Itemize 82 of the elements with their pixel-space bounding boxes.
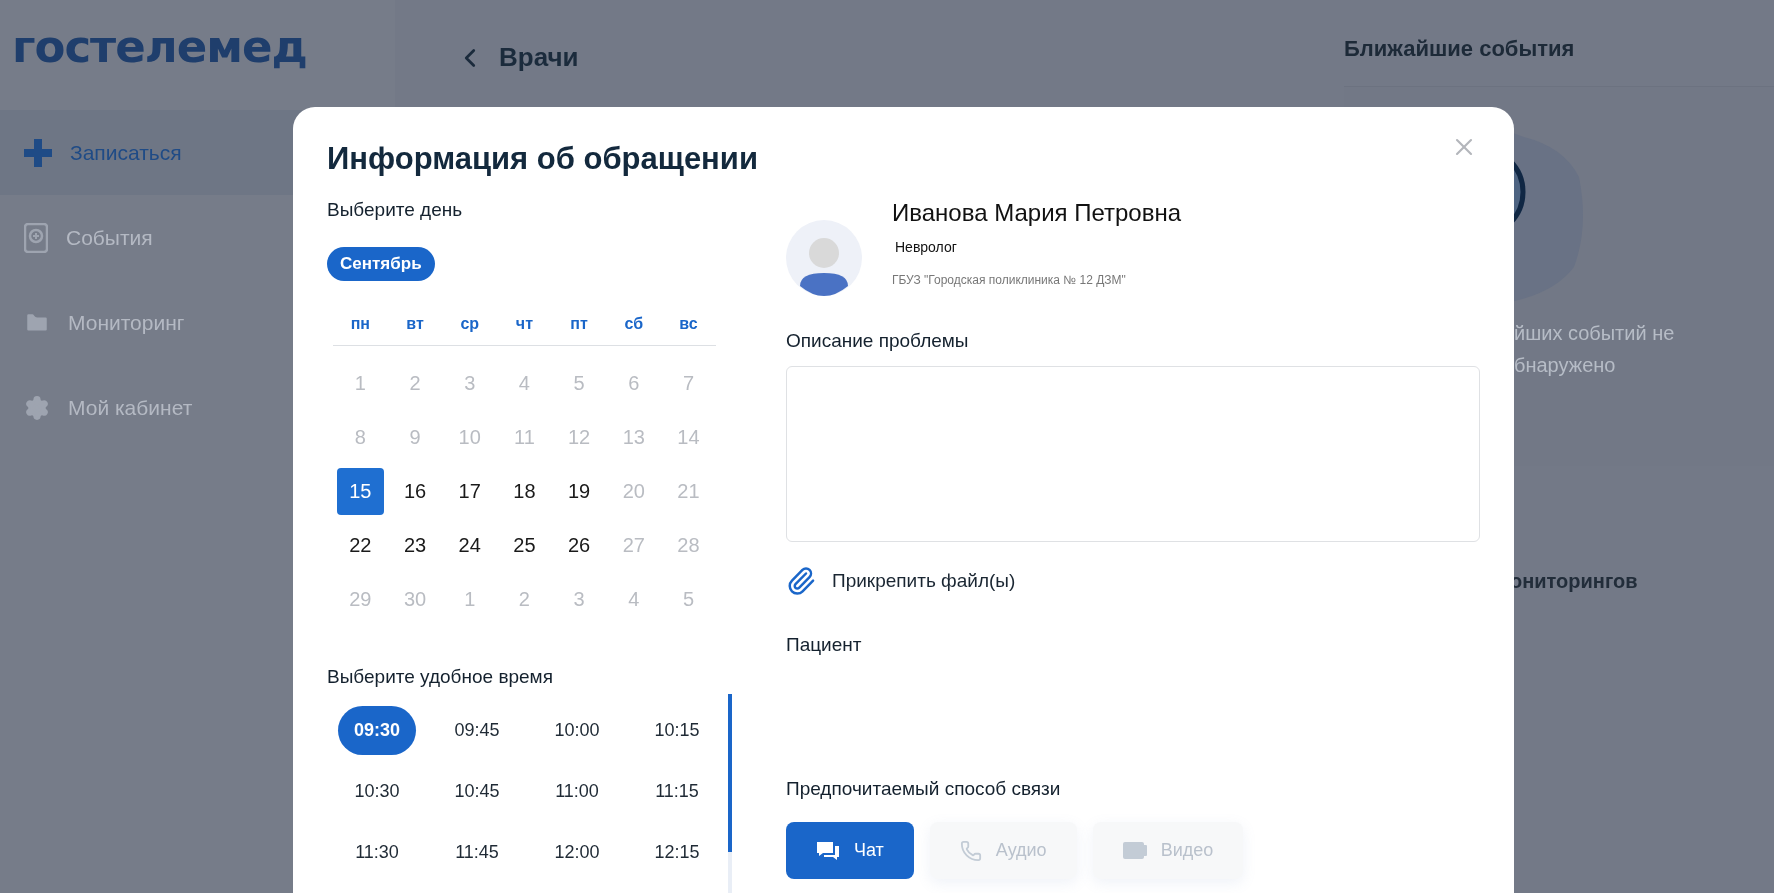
calendar-day[interactable]: 28 (664, 521, 712, 569)
calendar-day[interactable]: 3 (555, 575, 603, 623)
calendar-day[interactable]: 29 (336, 575, 384, 623)
weekday-label: чт (514, 315, 534, 333)
calendar-day[interactable]: 5 (664, 575, 712, 623)
time-slot[interactable]: 12:00 (538, 828, 616, 877)
contact-option[interactable]: Видео (1092, 822, 1244, 879)
section-title: ониторингов (1510, 570, 1639, 593)
calendar-day[interactable]: 5 (555, 359, 603, 407)
empty-state-text: йших событий не (1514, 321, 1675, 346)
weekday-label: пн (349, 315, 371, 333)
calendar-day[interactable]: 30 (391, 575, 439, 623)
weekday-label: вс (678, 315, 699, 333)
calendar-day[interactable]: 13 (610, 413, 658, 461)
empty-state-text: бнаружено (1514, 353, 1616, 378)
field-label: Пациент (786, 634, 863, 656)
doctor-specialty: Невролог (895, 239, 958, 255)
contact-option[interactable]: Чат (786, 822, 914, 879)
section-label: Выберите удобное время (327, 666, 554, 688)
document-plus-icon (24, 222, 48, 253)
calendar-day[interactable]: 20 (610, 467, 658, 515)
camera-icon (1122, 842, 1147, 859)
paperclip-icon (786, 566, 816, 596)
calendar-day[interactable]: 16 (391, 467, 439, 515)
time-slot[interactable]: 11:45 (439, 828, 515, 877)
weekday-label: сб (623, 315, 645, 333)
calendar-day[interactable]: 21 (664, 467, 712, 515)
calendar-day[interactable]: 2 (391, 359, 439, 407)
clinic-name: ГБУЗ "Городская поликлиника № 12 ДЗМ" (892, 273, 1127, 287)
time-slot[interactable]: 10:45 (438, 767, 516, 816)
calendar-day[interactable]: 9 (391, 413, 439, 461)
doctor-name: Иванова Мария Петровна (892, 199, 1182, 227)
calendar-day[interactable]: 3 (446, 359, 494, 407)
calendar-day[interactable]: 8 (336, 413, 384, 461)
calendar-day[interactable]: 25 (500, 521, 548, 569)
calendar-day[interactable]: 15 (336, 467, 384, 515)
calendar-day[interactable]: 12 (555, 413, 603, 461)
calendar-day[interactable]: 1 (336, 359, 384, 407)
problem-description-field[interactable] (786, 366, 1480, 542)
calendar-day[interactable]: 7 (664, 359, 712, 407)
page-title: Врачи (499, 42, 579, 73)
phone-icon (959, 839, 982, 862)
month-chip[interactable]: Сентябрь (327, 247, 435, 281)
time-slot[interactable]: 09:30 (337, 706, 416, 755)
time-slot[interactable]: 09:45 (438, 706, 516, 755)
calendar-day[interactable]: 18 (500, 467, 548, 515)
calendar-day[interactable]: 4 (610, 575, 658, 623)
calendar-day[interactable]: 24 (446, 521, 494, 569)
calendar-day[interactable]: 4 (500, 359, 548, 407)
weekday-label: вт (405, 315, 425, 333)
calendar-day[interactable]: 2 (500, 575, 548, 623)
calendar-day[interactable]: 11 (500, 413, 548, 461)
calendar-day[interactable]: 17 (446, 467, 494, 515)
plus-icon (24, 138, 52, 167)
chat-bubbles-icon (816, 839, 840, 862)
field-label: Описание проблемы (786, 330, 970, 352)
weekday-label: пт (569, 315, 589, 333)
calendar-day[interactable]: 26 (555, 521, 603, 569)
calendar-day[interactable]: 23 (391, 521, 439, 569)
time-slot[interactable]: 11:00 (539, 767, 615, 816)
logo[interactable]: гостелемед (0, 0, 395, 110)
section-title: Ближайшие события (1344, 36, 1576, 62)
time-slot[interactable]: 10:30 (338, 767, 416, 816)
calendar-day[interactable]: 22 (336, 521, 384, 569)
field-label: Предпочитаемый способ связи (786, 778, 1062, 800)
calendar-day[interactable]: 1 (446, 575, 494, 623)
settings-icon (24, 394, 50, 421)
time-slot[interactable]: 11:15 (639, 767, 715, 816)
calendar-day[interactable]: 14 (664, 413, 712, 461)
calendar-day[interactable]: 27 (610, 521, 658, 569)
calendar-day[interactable]: 19 (555, 467, 603, 515)
time-slot[interactable]: 12:15 (638, 828, 716, 877)
time-slot[interactable]: 10:00 (538, 706, 616, 755)
scrollbar[interactable] (728, 694, 732, 893)
contact-option[interactable]: Аудио (929, 822, 1077, 879)
weekday-label: ср (459, 315, 481, 333)
time-slot[interactable]: 10:15 (638, 706, 716, 755)
calendar-day[interactable]: 6 (610, 359, 658, 407)
calendar-day[interactable]: 10 (446, 413, 494, 461)
section-label: Выберите день (327, 199, 464, 221)
time-slot[interactable]: 11:30 (339, 828, 415, 877)
attach-file-link[interactable]: Прикрепить файл(ы) (832, 570, 1016, 592)
